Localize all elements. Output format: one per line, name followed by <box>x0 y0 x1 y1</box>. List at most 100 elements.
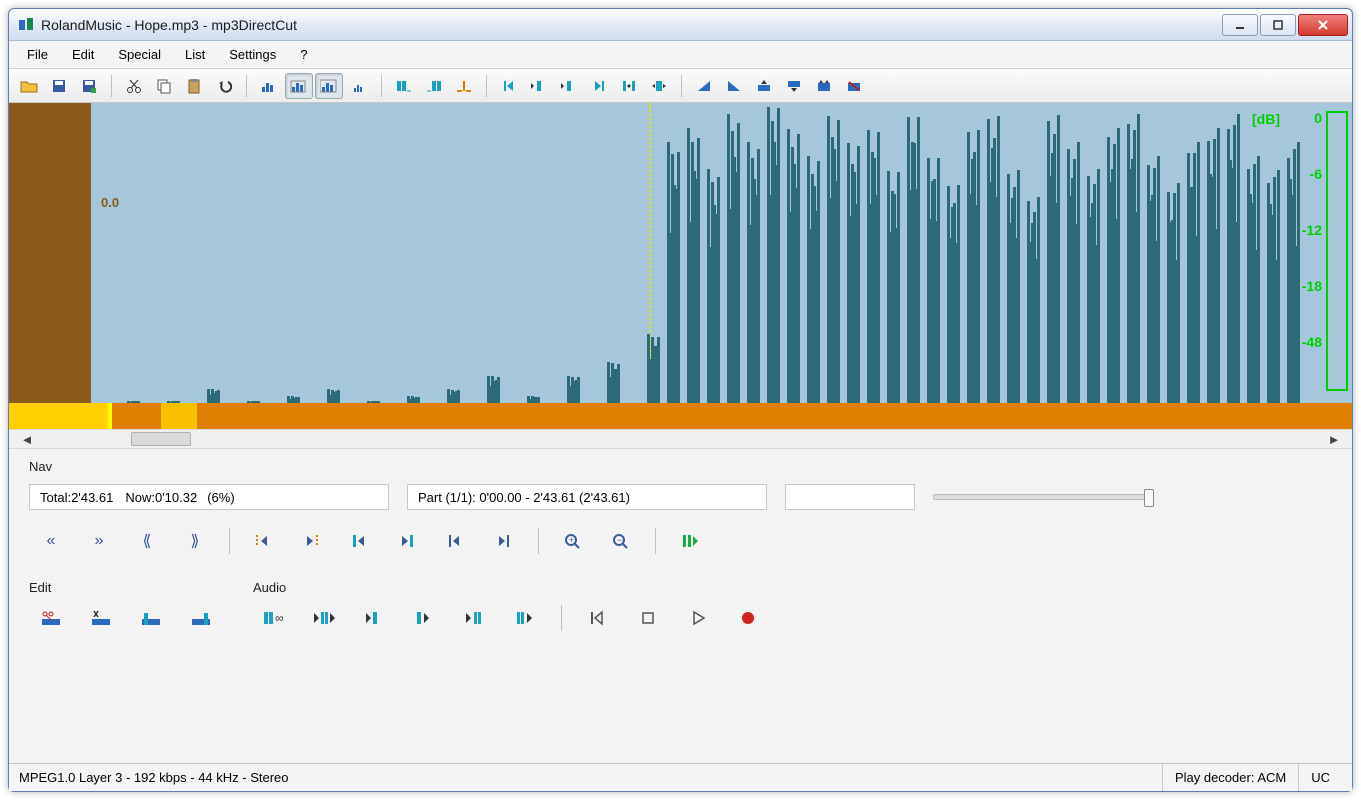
app-window: RolandMusic - Hope.mp3 - mp3DirectCut Fi… <box>8 8 1353 792</box>
nav-buttons-row: « » ⟪ ⟫ + − <box>29 526 1332 556</box>
fade-in-button[interactable] <box>690 73 718 99</box>
save-selection-button[interactable] <box>75 73 103 99</box>
copy-button[interactable] <box>150 73 178 99</box>
menu-file[interactable]: File <box>17 43 58 66</box>
app-icon <box>17 16 35 34</box>
audio-rewind-button[interactable] <box>576 603 620 633</box>
overview-bar[interactable] <box>9 403 1352 429</box>
zoom-fit-button[interactable] <box>285 73 313 99</box>
undo-button[interactable] <box>210 73 238 99</box>
nav-zoom-out-button[interactable]: − <box>599 526 643 556</box>
nav-position-slider[interactable] <box>933 494 1153 500</box>
svg-text:∞: ∞ <box>275 611 284 625</box>
slider-thumb[interactable] <box>1144 489 1154 507</box>
db-tick: -18 <box>1302 279 1322 293</box>
scroll-thumb[interactable] <box>131 432 191 446</box>
open-button[interactable] <box>15 73 43 99</box>
db-scale: 0 -6 -12 -18 -48 <box>1302 111 1322 391</box>
fade-out-button[interactable] <box>720 73 748 99</box>
zoom-in-button[interactable] <box>255 73 283 99</box>
cue-set-end-button[interactable] <box>555 73 583 99</box>
status-format: MPEG1.0 Layer 3 - 192 kbps - 44 kHz - St… <box>19 770 1162 785</box>
nav-pause-resume-button[interactable] <box>668 526 712 556</box>
nav-zoom-in-button[interactable]: + <box>551 526 595 556</box>
menu-edit[interactable]: Edit <box>62 43 104 66</box>
normalize-button[interactable] <box>810 73 838 99</box>
toolbar-separator <box>111 75 112 97</box>
audio-play-before-button[interactable] <box>453 603 497 633</box>
audio-record-button[interactable] <box>726 603 770 633</box>
minimize-button[interactable] <box>1222 14 1258 36</box>
nav-goto-input[interactable] <box>785 484 915 510</box>
nav-forward-button[interactable]: ⟫ <box>173 526 217 556</box>
zoom-full-button[interactable] <box>315 73 343 99</box>
db-tick: -12 <box>1302 223 1322 237</box>
controls-panel: Nav Total: 2'43.61 Now: 0'10.32 (6%) Par… <box>9 449 1352 763</box>
select-begin-button[interactable] <box>390 73 418 99</box>
audio-play-sel-button[interactable] <box>303 603 347 633</box>
audio-loop-button[interactable]: ∞ <box>253 603 297 633</box>
scroll-right-icon[interactable]: ► <box>1326 431 1342 447</box>
cue-prev-button[interactable] <box>495 73 523 99</box>
close-button[interactable] <box>1298 14 1348 36</box>
toolbar-separator <box>246 75 247 97</box>
statusbar: MPEG1.0 Layer 3 - 192 kbps - 44 kHz - St… <box>9 763 1352 791</box>
db-tick: -6 <box>1302 167 1322 181</box>
overview-visible-region <box>9 403 109 429</box>
audio-play-button[interactable] <box>676 603 720 633</box>
status-uc: UC <box>1298 764 1342 791</box>
edit-trim-button[interactable] <box>79 603 123 633</box>
zoom-out-button[interactable] <box>345 73 373 99</box>
audio-stop-button[interactable] <box>626 603 670 633</box>
save-button[interactable] <box>45 73 73 99</box>
audio-play-from-begin-button[interactable] <box>353 603 397 633</box>
gain-down-button[interactable] <box>780 73 808 99</box>
select-end-button[interactable] <box>420 73 448 99</box>
edit-set-begin-button[interactable] <box>129 603 173 633</box>
waveform-peaks <box>9 103 1352 403</box>
menu-settings[interactable]: Settings <box>219 43 286 66</box>
cue-range2-button[interactable] <box>645 73 673 99</box>
audio-section: Audio ∞ <box>253 580 770 633</box>
waveform-display[interactable]: 0.0 [dB] 0 -6 -12 -18 -48 <box>9 103 1352 403</box>
nav-separator <box>538 528 539 554</box>
cut-button[interactable] <box>120 73 148 99</box>
cue-range-button[interactable] <box>615 73 643 99</box>
paste-button[interactable] <box>180 73 208 99</box>
db-axis-label: [dB] <box>1252 111 1280 127</box>
nav-sel-begin-button[interactable] <box>338 526 382 556</box>
edit-set-end-button[interactable] <box>179 603 223 633</box>
menu-help[interactable]: ? <box>290 43 317 66</box>
nav-prev-button[interactable]: « <box>29 526 73 556</box>
scroll-left-icon[interactable]: ◄ <box>19 431 35 447</box>
nav-sel-end-button[interactable] <box>386 526 430 556</box>
nav-percent: (6%) <box>207 490 234 505</box>
select-clear-button[interactable] <box>450 73 478 99</box>
gain-up-button[interactable] <box>750 73 778 99</box>
nav-home-button[interactable] <box>434 526 478 556</box>
nav-label: Nav <box>29 459 1332 474</box>
nav-now-prefix: Now: <box>125 490 155 505</box>
nav-rewind-button[interactable]: ⟪ <box>125 526 169 556</box>
edit-cut-button[interactable] <box>29 603 73 633</box>
nav-cue-next-button[interactable] <box>290 526 334 556</box>
nav-separator <box>229 528 230 554</box>
menu-list[interactable]: List <box>175 43 215 66</box>
db-tick: 0 <box>1302 111 1322 125</box>
nav-next-button[interactable]: » <box>77 526 121 556</box>
nav-end-button[interactable] <box>482 526 526 556</box>
overview-handle[interactable] <box>161 403 197 429</box>
nav-part-box: Part (1/1): 0'00.00 - 2'43.61 (2'43.61) <box>407 484 767 510</box>
cue-next-button[interactable] <box>585 73 613 99</box>
window-controls <box>1220 14 1348 36</box>
menu-special[interactable]: Special <box>108 43 171 66</box>
hscrollbar[interactable]: ◄ ► <box>9 429 1352 449</box>
audio-play-to-end-button[interactable] <box>403 603 447 633</box>
audio-play-after-button[interactable] <box>503 603 547 633</box>
toolbar-separator <box>486 75 487 97</box>
maximize-button[interactable] <box>1260 14 1296 36</box>
nav-cue-prev-button[interactable] <box>242 526 286 556</box>
mute-button[interactable] <box>840 73 868 99</box>
window-title: RolandMusic - Hope.mp3 - mp3DirectCut <box>41 17 1220 33</box>
cue-set-begin-button[interactable] <box>525 73 553 99</box>
